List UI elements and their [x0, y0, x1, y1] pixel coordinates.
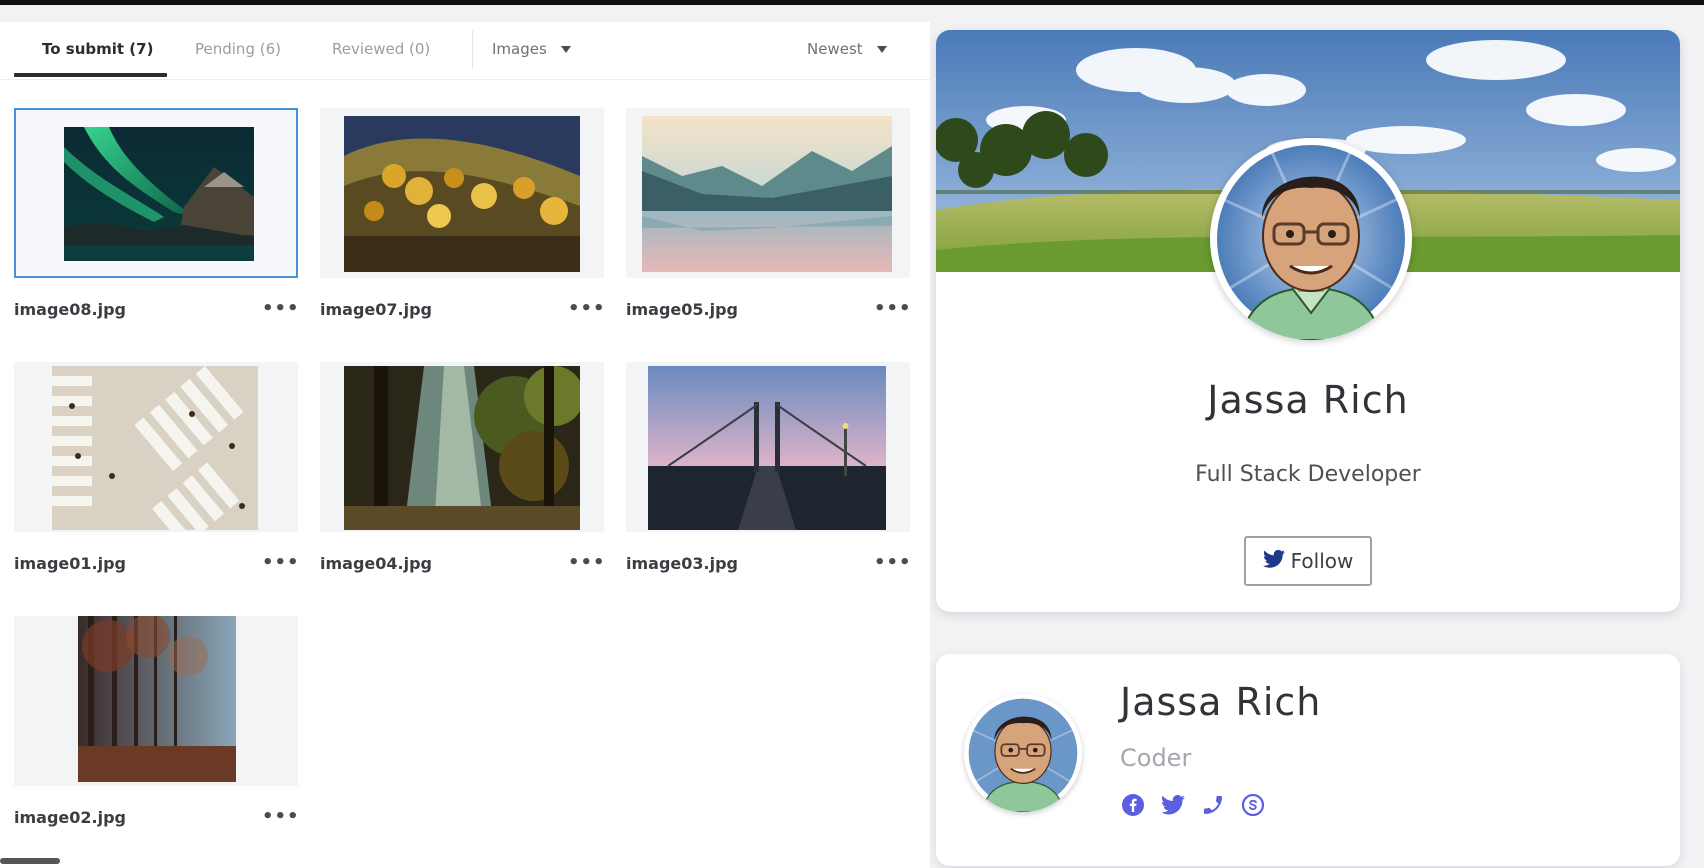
active-tab-indicator [14, 73, 167, 77]
tab-divider [472, 30, 473, 68]
avatar [964, 694, 1082, 812]
more-options-icon[interactable]: ••• [262, 298, 300, 319]
horizontal-scrollbar[interactable] [0, 858, 60, 864]
image-thumbnail-frame [320, 362, 604, 532]
more-options-icon[interactable]: ••• [568, 298, 606, 319]
autumn-hillside-photo [344, 116, 580, 272]
tab-bar: To submit (7) Pending (6) Reviewed (0) I… [0, 22, 930, 80]
type-filter-dropdown[interactable]: Images [492, 40, 571, 58]
tab-to-submit[interactable]: To submit (7) [42, 40, 153, 58]
profile-name: Jassa Rich [1120, 680, 1322, 724]
image-filename: image02.jpg [14, 808, 126, 827]
crosswalk-aerial-photo [52, 366, 258, 530]
profile-panel: Jassa Rich Full Stack Developer Follow J… [930, 22, 1704, 868]
profile-role: Full Stack Developer [1195, 462, 1421, 487]
social-links [1120, 792, 1266, 818]
follow-label: Follow [1290, 549, 1354, 573]
skype-icon[interactable] [1240, 792, 1266, 818]
follow-button[interactable]: Follow [1244, 536, 1372, 586]
image-thumbnail-frame [14, 108, 298, 278]
mountain-lake-photo [642, 116, 892, 272]
type-filter-label: Images [492, 40, 547, 58]
profile-name: Jassa Rich [1207, 378, 1409, 422]
more-options-icon[interactable]: ••• [262, 806, 300, 827]
tab-reviewed[interactable]: Reviewed (0) [332, 40, 430, 58]
twitter-icon [1262, 549, 1285, 574]
misty-forest-photo [78, 616, 236, 782]
profile-card: Jassa Rich Full Stack Developer Follow [936, 30, 1680, 612]
compact-profile-card: Jassa Rich Coder [936, 654, 1680, 866]
tab-pending[interactable]: Pending (6) [195, 40, 281, 58]
more-options-icon[interactable]: ••• [568, 552, 606, 573]
top-strip [0, 5, 1704, 22]
image-thumbnail-frame [626, 362, 910, 532]
sort-dropdown[interactable]: Newest [807, 40, 887, 58]
more-options-icon[interactable]: ••• [262, 552, 300, 573]
image-filename: image03.jpg [626, 554, 738, 573]
phone-icon[interactable] [1200, 792, 1226, 818]
image-thumbnail-frame [320, 108, 604, 278]
sort-label: Newest [807, 40, 863, 58]
image-filename: image04.jpg [320, 554, 432, 573]
bridge-dusk-photo [648, 366, 886, 530]
image-filename: image08.jpg [14, 300, 126, 319]
aurora-photo [64, 127, 254, 261]
facebook-icon[interactable] [1120, 792, 1146, 818]
image-thumbnail-frame [14, 362, 298, 532]
twitter-icon[interactable] [1160, 792, 1186, 818]
chevron-down-icon [560, 45, 571, 53]
image-filename: image07.jpg [320, 300, 432, 319]
more-options-icon[interactable]: ••• [874, 552, 912, 573]
more-options-icon[interactable]: ••• [874, 298, 912, 319]
chevron-down-icon [876, 45, 887, 53]
profile-role: Coder [1120, 744, 1192, 772]
image-filename: image01.jpg [14, 554, 126, 573]
image-filename: image05.jpg [626, 300, 738, 319]
image-thumbnail-frame [626, 108, 910, 278]
avatar [1210, 138, 1412, 340]
submissions-panel: To submit (7) Pending (6) Reviewed (0) I… [0, 22, 930, 868]
image-thumbnail-frame [14, 616, 298, 786]
forest-path-photo [344, 366, 580, 530]
